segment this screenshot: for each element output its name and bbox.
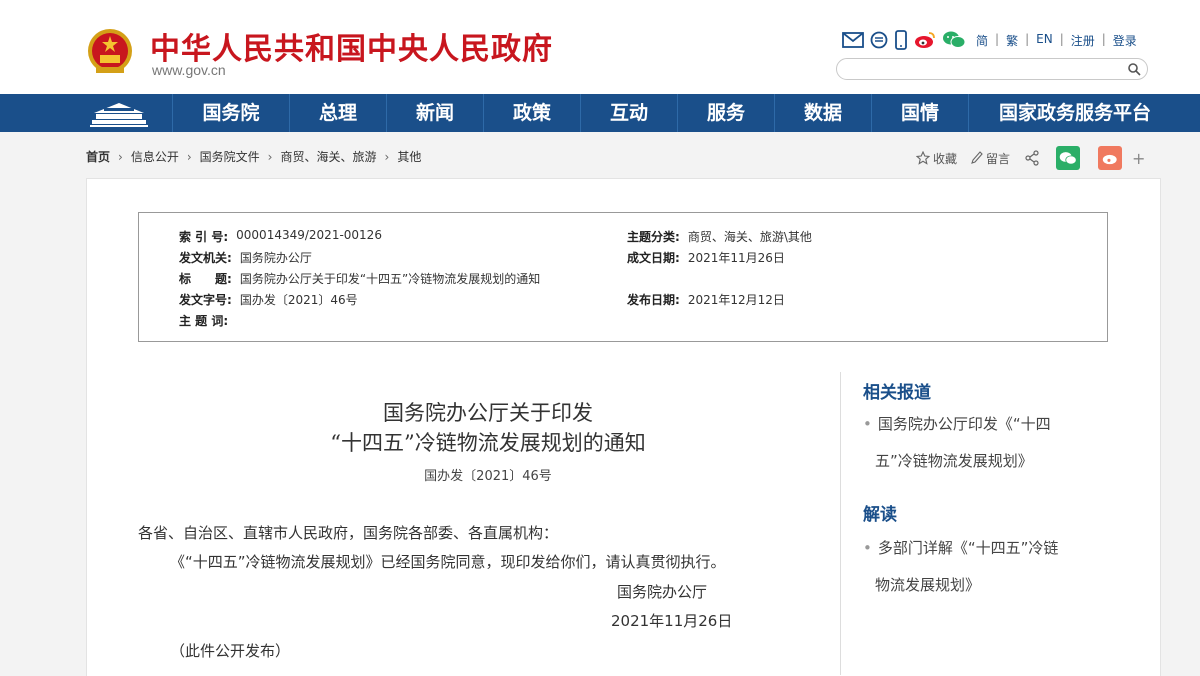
meta-title-label: 标 题: xyxy=(179,272,232,286)
sidebar-divider xyxy=(840,372,841,675)
nav-item-interaction[interactable]: 互动 xyxy=(580,94,677,132)
document-title-line2: “十四五”冷链物流发展规划的通知 xyxy=(330,431,646,455)
document-signature: 国务院办公厅 xyxy=(617,583,708,601)
more-share-button[interactable]: + xyxy=(1132,149,1145,168)
weibo-icon[interactable] xyxy=(914,31,936,49)
document-salutation: 各省、自治区、直辖市人民政府，国务院各部委、各直属机构： xyxy=(138,524,559,542)
interpretation-heading: 解读 xyxy=(863,505,897,525)
meta-created-label: 成文日期: xyxy=(627,251,680,265)
nav-list: 国务院 总理 新闻 政策 互动 服务 数据 国情 国家政务服务平台 xyxy=(172,94,1181,132)
bullet-icon: • xyxy=(863,539,872,557)
comment-button[interactable]: 留言 xyxy=(971,150,1010,167)
meta-created-value: 2021年11月26日 xyxy=(687,251,785,265)
related-report-line2: 五”冷链物流发展规划》 xyxy=(875,452,1033,470)
document-number: 国办发〔2021〕46号 xyxy=(424,469,552,484)
related-report-line1: 国务院办公厅印发《“十四 xyxy=(877,415,1051,433)
search-icon[interactable] xyxy=(1127,62,1141,76)
lang-simplified-link[interactable]: 简 xyxy=(976,32,988,49)
chevron-right-icon: › xyxy=(186,149,192,164)
document-metadata: 索 引 号: 000014349/2021-00126 主题分类: 商贸、海关、旅游… xyxy=(138,212,1108,342)
meta-issuer-value: 国务院办公厅 xyxy=(239,251,312,265)
share-icons xyxy=(842,29,966,51)
wechat-icon[interactable] xyxy=(942,30,966,50)
meta-issuer-label: 发文机关: xyxy=(179,251,232,265)
star-icon xyxy=(916,151,930,165)
mail-icon[interactable] xyxy=(842,32,864,48)
site-url: www.gov.cn xyxy=(152,62,226,78)
site-header: 中华人民共和国中央人民政府 www.gov.cn 简 | 繁 | EN | 注册 | 登… xyxy=(0,0,1200,94)
meta-index-label: 索 引 号: xyxy=(179,230,229,244)
page-tools: 收藏 留言 + xyxy=(916,146,1145,170)
pen-icon xyxy=(971,151,983,164)
main-nav: 国务院 总理 新闻 政策 互动 服务 数据 国情 国家政务服务平台 xyxy=(0,94,1200,132)
nav-item-news[interactable]: 新闻 xyxy=(386,94,483,132)
meta-keywords-label: 主 题 词: xyxy=(179,314,229,328)
nav-item-gov-service-platform[interactable]: 国家政务服务平台 xyxy=(968,94,1181,132)
related-reports-heading: 相关报道 xyxy=(863,383,931,403)
chevron-right-icon: › xyxy=(118,149,123,164)
document-paragraph: 《“十四五”冷链物流发展规划》已经国务院同意，现印发给你们，请认真贯彻执行。 xyxy=(170,553,726,571)
tiananmen-home-icon[interactable] xyxy=(86,94,152,132)
share-wechat-button[interactable] xyxy=(1056,146,1081,170)
meta-published-label: 发布日期: xyxy=(627,293,680,307)
mobile-icon[interactable] xyxy=(894,30,908,50)
share-weibo-button[interactable] xyxy=(1098,146,1123,170)
document-title-line1: 国务院办公厅关于印发 xyxy=(383,401,593,425)
breadcrumb-other[interactable]: 其他 xyxy=(397,148,421,165)
nav-item-national-info[interactable]: 国情 xyxy=(871,94,968,132)
favorite-label: 收藏 xyxy=(933,151,958,166)
nav-item-premier[interactable]: 总理 xyxy=(289,94,386,132)
lang-english-link[interactable]: EN xyxy=(1036,32,1053,49)
register-link[interactable]: 注册 xyxy=(1071,32,1095,49)
weibo-icon xyxy=(1102,154,1117,165)
breadcrumb-commerce[interactable]: 商贸、海关、旅游 xyxy=(280,148,376,165)
chevron-right-icon: › xyxy=(267,149,273,164)
nav-item-data[interactable]: 数据 xyxy=(774,94,871,132)
interpretation-link[interactable]: • 多部门详解《“十四五”冷链 物流发展规划》 xyxy=(863,530,1113,604)
lang-traditional-link[interactable]: 繁 xyxy=(1006,32,1018,49)
meta-docno-value: 国办发〔2021〕46号 xyxy=(239,293,358,307)
related-report-link[interactable]: • 国务院办公厅印发《“十四 五”冷链物流发展规划》 xyxy=(863,406,1113,480)
document-date: 2021年11月26日 xyxy=(611,612,733,630)
wechat-icon xyxy=(1059,151,1077,164)
national-emblem-icon[interactable] xyxy=(86,27,134,79)
comment-label: 留言 xyxy=(986,151,1011,166)
interpretation-line2: 物流发展规划》 xyxy=(875,576,981,594)
chevron-right-icon: › xyxy=(384,149,390,164)
favorite-button[interactable]: 收藏 xyxy=(916,150,957,167)
meta-index-value: 000014349/2021-00126 xyxy=(236,228,382,242)
search-input[interactable] xyxy=(847,61,1121,79)
nav-item-policy[interactable]: 政策 xyxy=(483,94,580,132)
message-icon[interactable] xyxy=(870,31,888,49)
meta-docno-label: 发文字号: xyxy=(179,293,232,307)
document-note: （此件公开发布） xyxy=(170,642,291,660)
breadcrumb-info-public[interactable]: 信息公开 xyxy=(131,148,179,165)
breadcrumb-state-council-docs[interactable]: 国务院文件 xyxy=(200,148,260,165)
bullet-icon: • xyxy=(863,415,872,433)
meta-title-value: 国务院办公厅关于印发“十四五”冷链物流发展规划的通知 xyxy=(239,272,541,286)
breadcrumb: 首页 › 信息公开 › 国务院文件 › 商贸、海关、旅游 › 其他 xyxy=(86,148,421,165)
meta-topic-value: 商贸、海关、旅游\其他 xyxy=(687,230,812,244)
meta-topic-label: 主题分类: xyxy=(627,230,680,244)
nav-item-service[interactable]: 服务 xyxy=(677,94,774,132)
search-box xyxy=(836,58,1148,80)
login-link[interactable]: 登录 xyxy=(1113,32,1137,49)
language-links: 简 | 繁 | EN | 注册 | 登录 xyxy=(976,32,1137,49)
interpretation-line1: 多部门详解《“十四五”冷链 xyxy=(877,539,1059,557)
breadcrumb-home[interactable]: 首页 xyxy=(86,148,110,165)
document-title: 国务院办公厅关于印发 “十四五”冷链物流发展规划的通知 xyxy=(138,398,838,458)
meta-published-value: 2021年12月12日 xyxy=(687,293,785,307)
share-icon[interactable] xyxy=(1024,150,1040,166)
nav-item-state-council[interactable]: 国务院 xyxy=(172,94,289,132)
